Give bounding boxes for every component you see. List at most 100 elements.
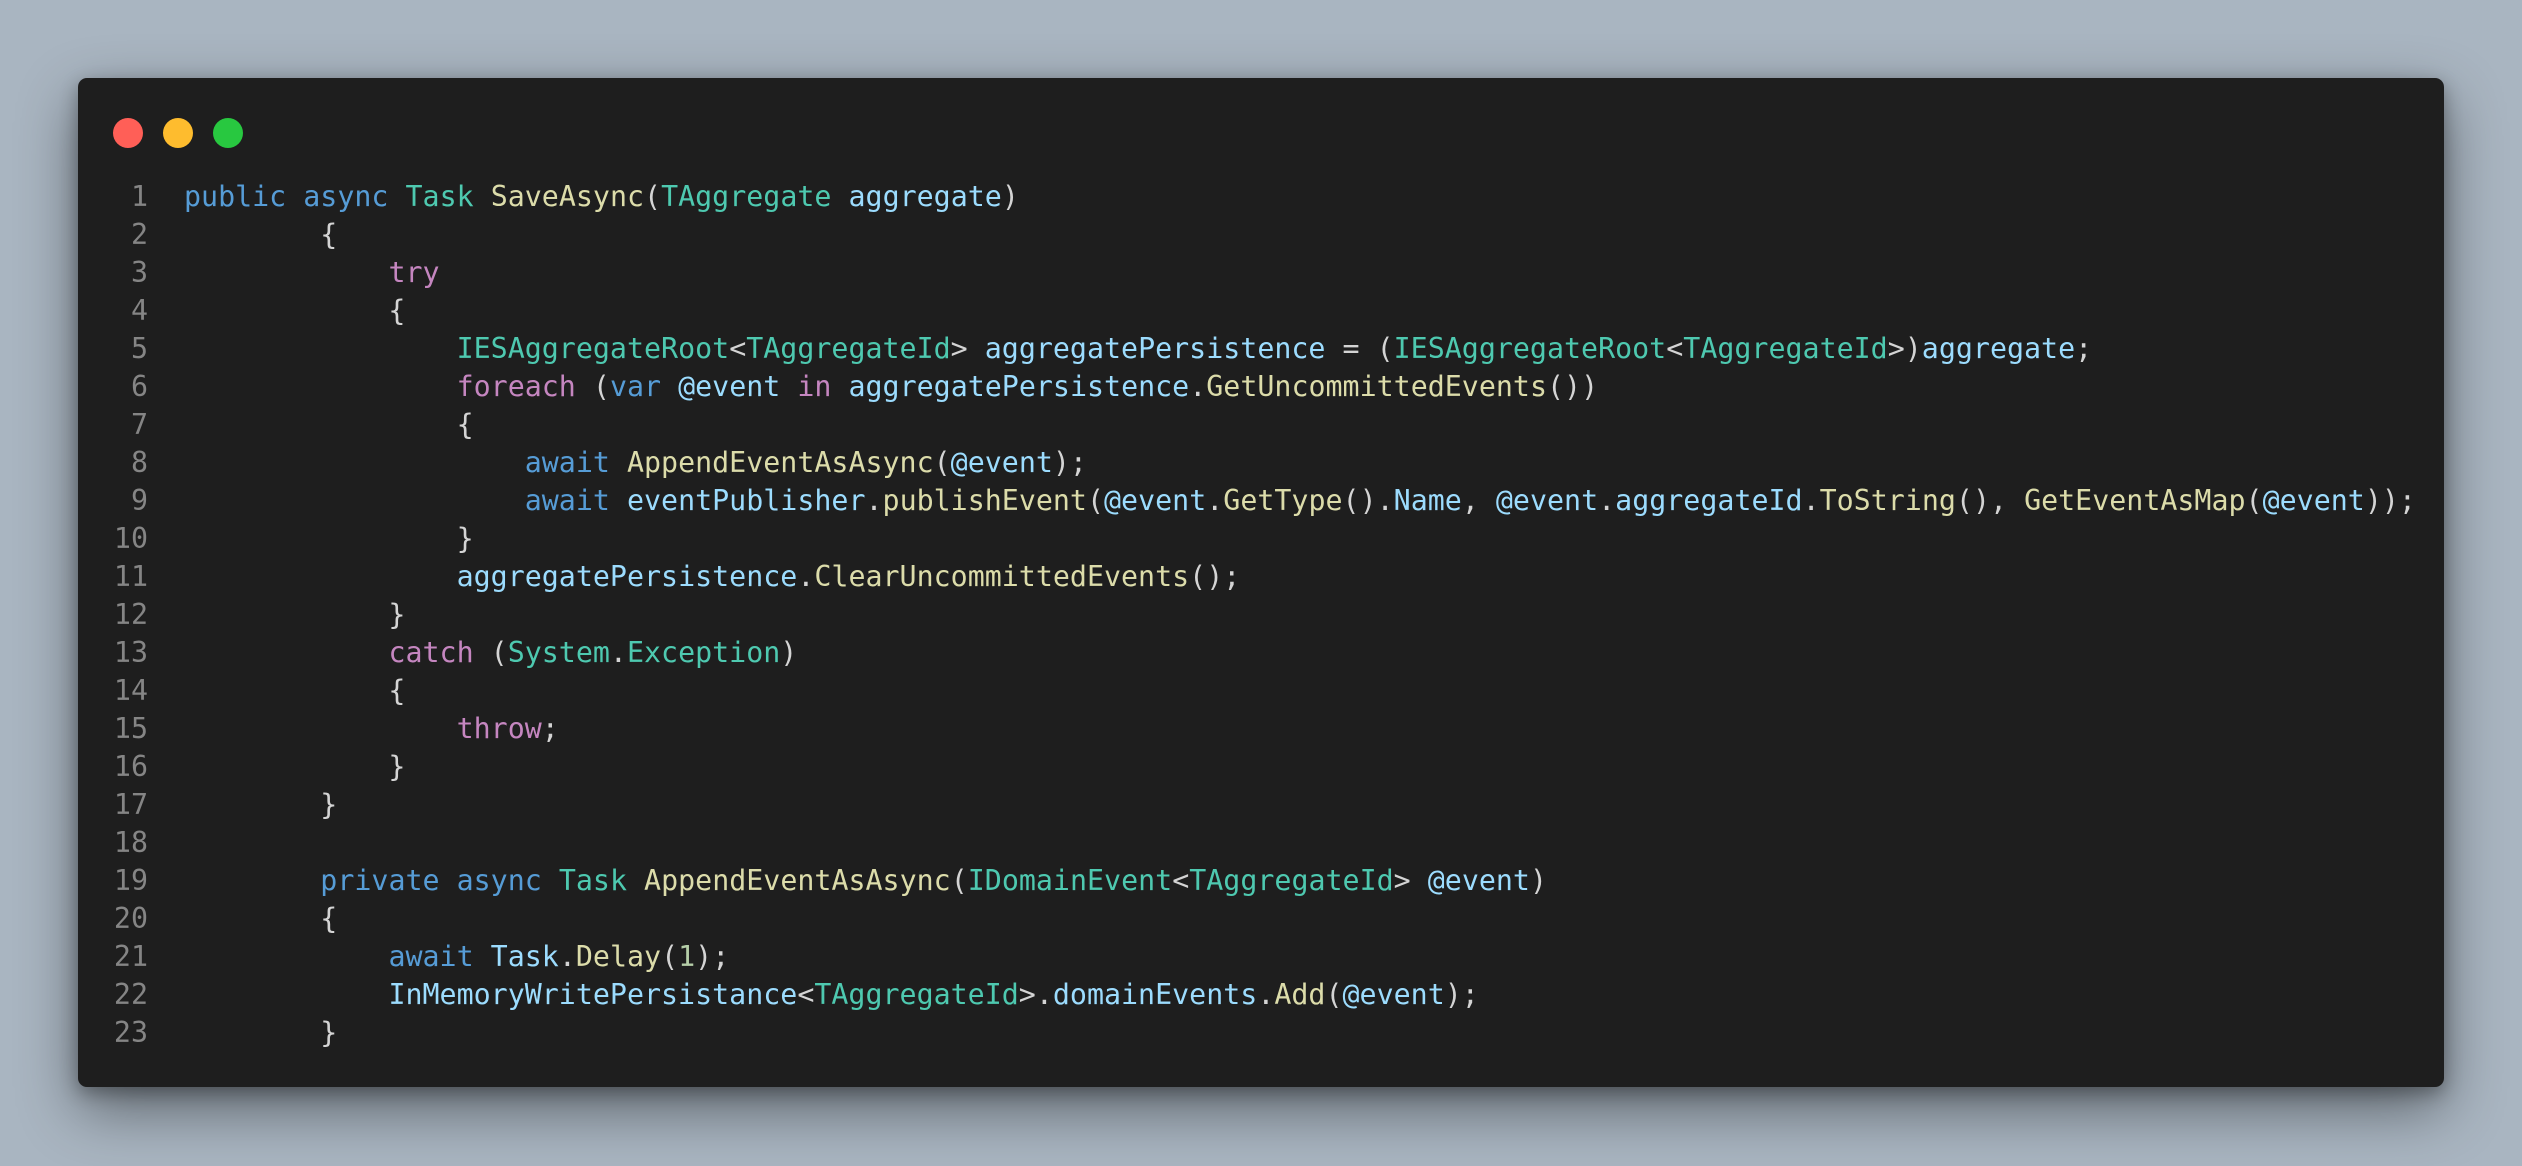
code-text: IESAggregateRoot<TAggregateId> aggregate…: [184, 330, 2093, 368]
code-token: >: [1393, 864, 1428, 897]
line-number: 14: [113, 674, 148, 707]
code-token: ();: [1189, 560, 1241, 593]
line-number: 19: [113, 864, 148, 897]
code-text: InMemoryWritePersistance<TAggregateId>.d…: [184, 976, 1478, 1014]
code-token: @event: [1104, 484, 1207, 517]
line-number: 9: [130, 484, 148, 517]
code-line: 18: [78, 824, 2444, 862]
code-token: {: [184, 902, 338, 935]
code-token: {: [184, 408, 474, 441]
code-token: TAggregate: [661, 180, 832, 213]
line-number: 1: [130, 180, 148, 213]
code-token: <: [797, 978, 815, 1011]
code-token: .: [558, 940, 576, 973]
code-line: 12 }: [78, 596, 2444, 634]
code-text: try: [184, 254, 439, 292]
code-token: >): [1887, 332, 1922, 365]
code-token: await: [524, 484, 610, 517]
code-token: = (: [1325, 332, 1394, 365]
code-line: 19 private async Task AppendEventAsAsync…: [78, 862, 2444, 900]
line-number: 13: [113, 636, 148, 669]
code-token: GetType: [1223, 484, 1343, 517]
code-token: InMemoryWritePersistance: [388, 978, 798, 1011]
code-line: 2 {: [78, 216, 2444, 254]
code-token: Task: [405, 180, 474, 213]
line-number: 18: [113, 826, 148, 859]
line-number: 12: [113, 598, 148, 631]
window-controls: [113, 118, 243, 148]
code-text: }: [184, 596, 405, 634]
code-token: {: [184, 674, 406, 707]
code-token: (: [473, 636, 508, 669]
code-token: }: [184, 522, 474, 555]
code-token: Task: [558, 864, 627, 897]
code-text: }: [184, 748, 405, 786]
code-token: }: [184, 1016, 338, 1049]
code-token: Exception: [626, 636, 781, 669]
line-number: 23: [113, 1016, 148, 1049]
code-line: 22 InMemoryWritePersistance<TAggregateId…: [78, 976, 2444, 1014]
code-token: .: [609, 636, 627, 669]
line-number: 5: [130, 332, 148, 365]
code-line: 20 {: [78, 900, 2444, 938]
code-token: GetUncommittedEvents: [1206, 370, 1547, 403]
code-token: aggregatePersistence: [456, 560, 798, 593]
code-token: AppendEventAsAsync: [644, 864, 951, 897]
line-number: 2: [130, 218, 148, 251]
code-token: TAggregateId: [814, 978, 1019, 1011]
code-token: }: [184, 750, 406, 783]
code-token: @event: [1342, 978, 1445, 1011]
code-token: var: [609, 370, 662, 403]
code-token: );: [1052, 446, 1087, 479]
code-block: 1 public async Task SaveAsync(TAggregate …: [78, 178, 2444, 1052]
code-token: publishEvent: [882, 484, 1087, 517]
code-line: 17 }: [78, 786, 2444, 824]
code-token: Add: [1274, 978, 1326, 1011]
code-token: foreach: [456, 370, 576, 403]
code-token: @event: [2262, 484, 2365, 517]
code-token: 1: [678, 940, 696, 973]
maximize-dot-icon[interactable]: [213, 118, 243, 148]
line-number: 16: [113, 750, 148, 783]
code-text: await Task.Delay(1);: [184, 938, 729, 976]
code-token: IESAggregateRoot: [1393, 332, 1667, 365]
code-token: TAggregateId: [1189, 864, 1394, 897]
line-number: 10: [113, 522, 148, 555]
code-line: 1 public async Task SaveAsync(TAggregate …: [78, 178, 2444, 216]
code-token: .: [865, 484, 883, 517]
code-token: ));: [2364, 484, 2416, 517]
line-number: 17: [113, 788, 148, 821]
code-text: catch (System.Exception): [184, 634, 797, 672]
code-token: (),: [1955, 484, 2025, 517]
code-token: async: [456, 864, 542, 897]
line-number: 4: [130, 294, 148, 327]
code-token: .: [797, 560, 815, 593]
code-token: in: [797, 370, 832, 403]
code-token: .: [1189, 370, 1207, 403]
code-token: (: [2245, 484, 2263, 517]
line-number: 21: [113, 940, 148, 973]
code-token: TAggregateId: [1683, 332, 1888, 365]
code-token: ;: [541, 712, 559, 745]
close-dot-icon[interactable]: [113, 118, 143, 148]
code-token: >: [950, 332, 985, 365]
code-token: async: [303, 180, 389, 213]
code-line: 4 {: [78, 292, 2444, 330]
code-token: ()): [1547, 370, 1599, 403]
code-token: ().: [1342, 484, 1394, 517]
code-line: 23 }: [78, 1014, 2444, 1052]
minimize-dot-icon[interactable]: [163, 118, 193, 148]
